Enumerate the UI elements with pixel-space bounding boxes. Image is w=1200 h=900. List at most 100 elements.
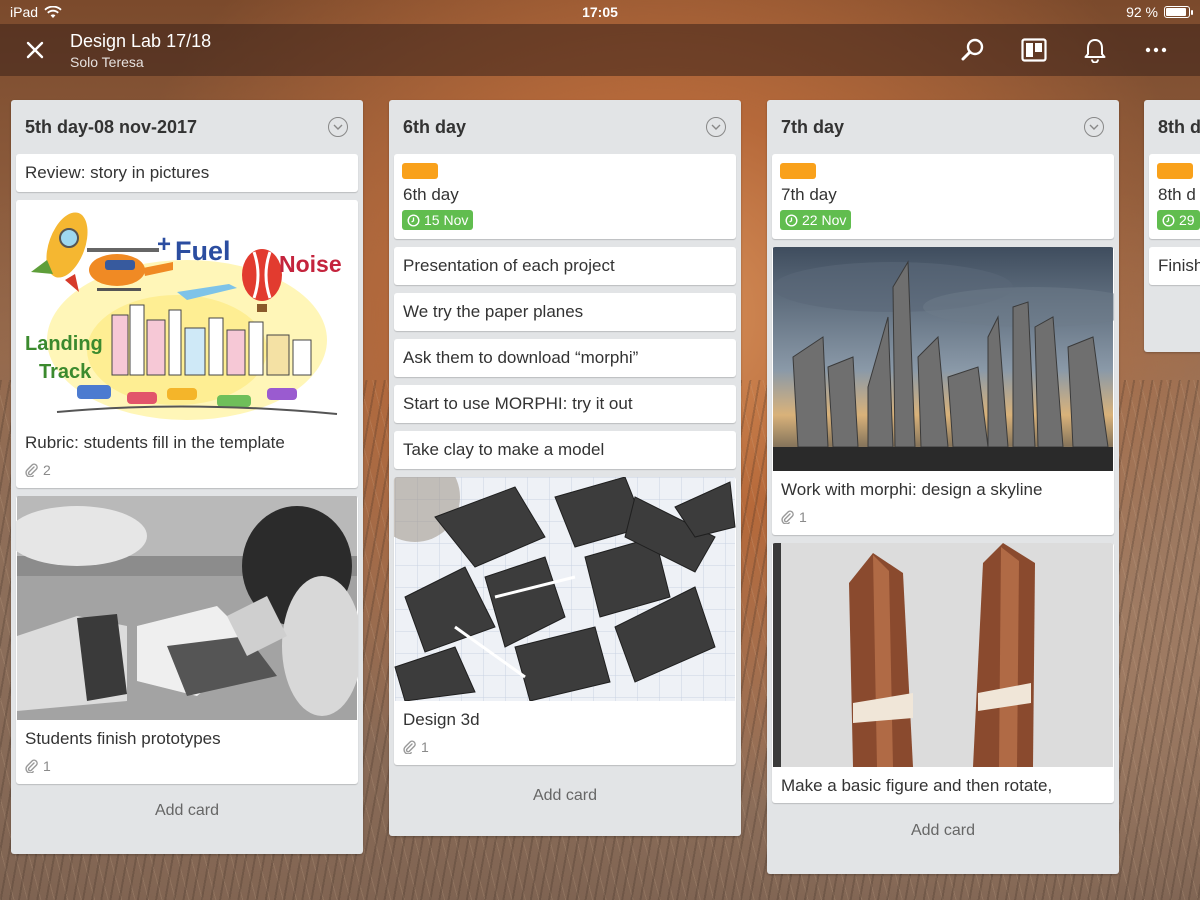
attachment-count: 1 <box>43 758 51 774</box>
clock-icon <box>407 213 420 227</box>
paperclip-icon <box>25 463 38 477</box>
add-card-button[interactable]: Add card <box>394 773 736 819</box>
card-7th-day[interactable]: 7th day 22 Nov <box>772 154 1114 239</box>
attachment-badge: 1 <box>772 509 1114 535</box>
card-start-morphi[interactable]: Start to use MORPHI: try it out <box>394 385 736 423</box>
card-title: Take clay to make a model <box>403 440 605 459</box>
more-button[interactable] <box>1125 24 1186 76</box>
card-title: Ask them to download “morphi” <box>403 348 639 367</box>
cover-word-landing: Landing <box>25 333 103 355</box>
card-design-skyline[interactable]: Work with morphi: design a skyline 1 <box>772 247 1114 535</box>
card-title: Review: story in pictures <box>25 163 210 182</box>
wifi-icon <box>44 5 62 18</box>
battery-icon <box>1164 6 1193 18</box>
attachment-count: 1 <box>421 739 429 755</box>
card-title: 6th day <box>403 185 459 204</box>
cover-word-track: Track <box>39 361 92 383</box>
list-5th-day: 5th day-08 nov-2017 Review: story in pic… <box>11 100 363 854</box>
due-date-badge: 22 Nov <box>780 210 852 230</box>
card-rubric[interactable]: Fuel + Noise Landing Track Rubric: stude… <box>16 200 358 488</box>
card-finish[interactable]: Finish <box>1149 247 1200 285</box>
board-view-icon <box>1020 38 1047 62</box>
card-basic-figure[interactable]: Make a basic figure and then rotate, <box>772 543 1114 803</box>
card-title: Make a basic figure and then rotate, <box>781 776 1053 795</box>
card-students-prototypes[interactable]: Students finish prototypes 1 <box>16 496 358 784</box>
card-download-morphi[interactable]: Ask them to download “morphi” <box>394 339 736 377</box>
card-title: Design 3d <box>403 710 480 729</box>
list-menu-button[interactable] <box>328 117 348 137</box>
card-title: Work with morphi: design a skyline <box>781 480 1043 499</box>
bell-icon <box>1084 39 1105 63</box>
card-title: We try the paper planes <box>403 302 584 321</box>
notifications-button[interactable] <box>1064 24 1125 76</box>
board-title: Design Lab 17/18 <box>70 30 212 51</box>
attachment-badge: 2 <box>16 462 358 488</box>
due-date: 22 Nov <box>802 212 847 228</box>
card-cover-photo <box>16 496 358 720</box>
card-title: Students finish prototypes <box>25 729 221 748</box>
card-presentation[interactable]: Presentation of each project <box>394 247 736 285</box>
list-title: 7th day <box>781 116 845 137</box>
card-title: 8th d <box>1158 185 1196 204</box>
list-title: 5th day-08 nov-2017 <box>25 116 198 137</box>
list-6th-day: 6th day 6th day 15 Nov Presentation of e… <box>389 100 741 836</box>
card-cover-skyline <box>773 247 1114 471</box>
card-review-story[interactable]: Review: story in pictures <box>16 154 358 192</box>
plus-sign: + <box>157 231 171 258</box>
orange-label <box>1157 163 1193 179</box>
list-title: 8th d <box>1158 116 1200 137</box>
add-card-button[interactable]: Add card <box>16 792 358 830</box>
card-title: Rubric: students fill in the template <box>25 433 285 452</box>
due-date-badge: 15 Nov <box>402 210 474 230</box>
due-date-badge: 29 <box>1157 210 1200 230</box>
battery-percent: 92 % <box>1126 4 1158 20</box>
orange-label <box>402 163 438 179</box>
card-8th-day[interactable]: 8th d 29 <box>1149 154 1200 239</box>
chevron-down-icon <box>1089 124 1099 130</box>
card-paper-planes[interactable]: We try the paper planes <box>394 293 736 331</box>
card-cover-illustration: Fuel + Noise Landing Track <box>17 200 357 424</box>
cover-word-fuel: Fuel <box>175 236 231 266</box>
more-icon <box>1145 47 1166 53</box>
card-cover-towers <box>773 543 1113 767</box>
device-name: iPad <box>10 4 39 20</box>
tower-left <box>849 553 913 767</box>
due-date: 15 Nov <box>424 212 469 228</box>
board: 5th day-08 nov-2017 Review: story in pic… <box>0 100 1200 900</box>
search-button[interactable] <box>942 24 1003 76</box>
attachment-count: 1 <box>799 509 807 525</box>
attachment-count: 2 <box>43 462 51 478</box>
card-title: Finish <box>1158 256 1200 275</box>
attachment-badge: 1 <box>394 739 736 765</box>
chevron-down-icon <box>333 124 343 130</box>
cover-word-noise: Noise <box>279 251 342 277</box>
list-8th-day: 8th d 8th d 29 Finish <box>1144 100 1200 352</box>
chevron-down-icon <box>711 124 721 130</box>
paperclip-icon <box>25 759 38 773</box>
card-cover-3d-model <box>394 477 736 701</box>
card-title: Presentation of each project <box>403 256 615 275</box>
paperclip-icon <box>403 740 416 754</box>
card-6th-day[interactable]: 6th day 15 Nov <box>394 154 736 239</box>
list-menu-button[interactable] <box>1084 117 1104 137</box>
add-card-button[interactable]: Add card <box>772 803 1114 859</box>
card-title: 7th day <box>781 185 837 204</box>
status-bar: iPad 17:05 92 % <box>0 0 1200 24</box>
clock-icon <box>785 213 798 227</box>
clock: 17:05 <box>582 4 618 20</box>
close-button[interactable] <box>0 24 70 76</box>
card-title: Start to use MORPHI: try it out <box>403 394 633 413</box>
paperclip-icon <box>781 510 794 524</box>
board-header: Design Lab 17/18 Solo Teresa <box>0 24 1200 76</box>
close-icon <box>26 41 44 59</box>
clock-icon <box>1162 213 1175 227</box>
list-menu-button[interactable] <box>706 117 726 137</box>
card-take-clay[interactable]: Take clay to make a model <box>394 431 736 469</box>
card-design-3d[interactable]: Design 3d 1 <box>394 477 736 765</box>
attachment-badge: 1 <box>16 758 358 784</box>
search-icon <box>961 38 983 61</box>
board-view-button[interactable] <box>1003 24 1064 76</box>
orange-label <box>780 163 816 179</box>
list-title: 6th day <box>403 116 467 137</box>
board-subtitle: Solo Teresa <box>70 53 144 70</box>
